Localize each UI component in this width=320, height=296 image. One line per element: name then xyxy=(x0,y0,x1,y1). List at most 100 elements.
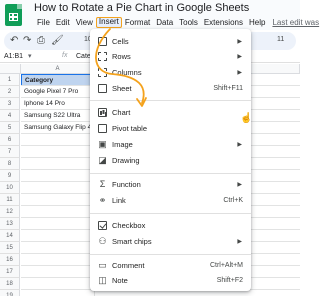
menu-insert[interactable]: Insert xyxy=(95,17,122,28)
menu-help[interactable]: Help xyxy=(246,17,268,28)
row-header[interactable]: 10 xyxy=(0,182,20,194)
menu-item-shortcut: Ctrl+Alt+M xyxy=(209,262,243,269)
submenu-arrow-icon: ▶ xyxy=(237,70,242,76)
menu-divider xyxy=(90,100,251,101)
menu-item-label: Note xyxy=(112,276,128,285)
menu-item-label: Smart chips xyxy=(112,237,152,246)
insert-menu-dropdown: Cells ▶ Rows ▶ Columns ▶ Sheet Shift+F11… xyxy=(90,29,251,291)
document-title[interactable]: How to Rotate a Pie Chart in Google Shee… xyxy=(34,2,249,14)
menu-item-label: Pivot table xyxy=(112,124,148,133)
menu-divider xyxy=(90,213,251,214)
row-header[interactable]: 2 xyxy=(0,86,20,98)
menu-item-comment[interactable]: ▭ Comment Ctrl+Alt+M xyxy=(90,259,251,273)
undo-icon[interactable]: ↶ xyxy=(10,35,18,47)
rows-icon xyxy=(98,52,107,61)
columns-icon xyxy=(98,68,107,77)
row-header[interactable]: 13 xyxy=(0,218,20,230)
menu-format[interactable]: Format xyxy=(122,17,153,28)
menu-item-drawing[interactable]: ◪ Drawing xyxy=(90,154,251,168)
row-header[interactable]: 6 xyxy=(0,134,20,146)
menu-item-shortcut: Shift+F11 xyxy=(213,85,243,92)
menu-divider xyxy=(90,254,251,255)
hand-cursor-icon: ☝ xyxy=(240,113,253,124)
fx-icon: fx xyxy=(62,52,68,59)
row-header[interactable]: 5 xyxy=(0,122,20,134)
chevron-down-icon[interactable]: ▾ xyxy=(28,52,32,60)
font-size-field[interactable]: 11 xyxy=(277,36,284,43)
menu-file[interactable]: File xyxy=(34,17,53,28)
title-bar: How to Rotate a Pie Chart in Google Shee… xyxy=(0,0,319,30)
row-header[interactable]: 14 xyxy=(0,230,20,242)
column-header-a[interactable]: A xyxy=(21,64,95,74)
row-header[interactable]: 7 xyxy=(0,146,20,158)
drawing-icon: ◪ xyxy=(98,155,107,165)
row-header[interactable]: 19 xyxy=(0,290,20,296)
menu-bar: File Edit View Insert Format Data Tools … xyxy=(34,17,320,28)
chart-icon xyxy=(98,108,107,117)
menu-item-chart[interactable]: Chart xyxy=(90,106,251,120)
menu-tools[interactable]: Tools xyxy=(176,17,201,28)
menu-item-label: Comment xyxy=(112,261,145,270)
menu-item-label: Link xyxy=(112,196,126,205)
submenu-arrow-icon: ▶ xyxy=(237,182,242,188)
image-icon: ▣ xyxy=(98,139,107,149)
menu-item-image[interactable]: ▣ Image ▶ xyxy=(90,138,251,152)
comment-icon: ▭ xyxy=(98,260,107,270)
row-header[interactable]: 3 xyxy=(0,98,20,110)
menu-item-sheet[interactable]: Sheet Shift+F11 xyxy=(90,82,251,96)
menu-item-label: Drawing xyxy=(112,156,140,165)
menu-item-columns[interactable]: Columns ▶ xyxy=(90,66,251,80)
formula-input[interactable]: Cate xyxy=(76,53,91,60)
row-header[interactable]: 4 xyxy=(0,110,20,122)
cells-icon xyxy=(98,37,107,46)
menu-divider xyxy=(90,173,251,174)
checkbox-icon xyxy=(98,221,107,230)
last-edit-link[interactable]: Last edit was xyxy=(268,17,320,28)
menu-view[interactable]: View xyxy=(73,17,96,28)
row-header[interactable]: 12 xyxy=(0,206,20,218)
menu-item-label: Function xyxy=(112,180,141,189)
row-header[interactable]: 8 xyxy=(0,158,20,170)
menu-edit[interactable]: Edit xyxy=(53,17,73,28)
row-header[interactable]: 1 xyxy=(0,74,20,86)
submenu-arrow-icon: ▶ xyxy=(237,39,242,45)
menu-extensions[interactable]: Extensions xyxy=(201,17,246,28)
redo-icon[interactable]: ↷ xyxy=(23,35,31,47)
function-icon: Σ xyxy=(99,179,106,189)
smart-chips-icon: ⚇ xyxy=(98,236,107,246)
name-box[interactable]: A1:B1 xyxy=(4,53,23,60)
pivot-table-icon xyxy=(98,124,107,133)
link-icon: ⚭ xyxy=(98,195,107,205)
menu-item-shortcut: Shift+F2 xyxy=(216,277,243,284)
menu-item-cells[interactable]: Cells ▶ xyxy=(90,35,251,49)
menu-item-label: Chart xyxy=(112,108,131,117)
menu-data[interactable]: Data xyxy=(153,17,176,28)
row-header[interactable]: 18 xyxy=(0,278,20,290)
menu-item-label: Checkbox xyxy=(112,221,146,230)
menu-item-shortcut: Ctrl+K xyxy=(223,197,243,204)
sheets-logo-icon[interactable] xyxy=(5,4,22,26)
select-all-corner[interactable] xyxy=(0,64,21,74)
menu-item-checkbox[interactable]: Checkbox xyxy=(90,219,251,233)
submenu-arrow-icon: ▶ xyxy=(237,54,242,60)
menu-item-link[interactable]: ⚭ Link Ctrl+K xyxy=(90,194,251,208)
menu-item-note[interactable]: ◫ Note Shift+F2 xyxy=(90,274,251,288)
menu-item-label: Sheet xyxy=(112,84,132,93)
row-header[interactable]: 9 xyxy=(0,170,20,182)
row-header[interactable]: 17 xyxy=(0,266,20,278)
menu-item-rows[interactable]: Rows ▶ xyxy=(90,50,251,64)
menu-item-smart-chips[interactable]: ⚇ Smart chips ▶ xyxy=(90,235,251,249)
menu-item-label: Cells xyxy=(112,37,129,46)
paint-format-icon[interactable]: 🖌 xyxy=(51,35,64,47)
row-header[interactable]: 15 xyxy=(0,242,20,254)
submenu-arrow-icon: ▶ xyxy=(237,239,242,245)
menu-item-function[interactable]: Σ Function ▶ xyxy=(90,178,251,192)
menu-item-pivot-table[interactable]: Pivot table xyxy=(90,122,251,136)
print-icon[interactable]: ⎙ xyxy=(37,35,45,47)
note-icon: ◫ xyxy=(98,275,107,285)
menu-item-label: Image xyxy=(112,140,133,149)
menu-item-label: Rows xyxy=(112,52,131,61)
row-header[interactable]: 11 xyxy=(0,194,20,206)
row-header[interactable]: 16 xyxy=(0,254,20,266)
table-cell[interactable] xyxy=(21,290,95,296)
